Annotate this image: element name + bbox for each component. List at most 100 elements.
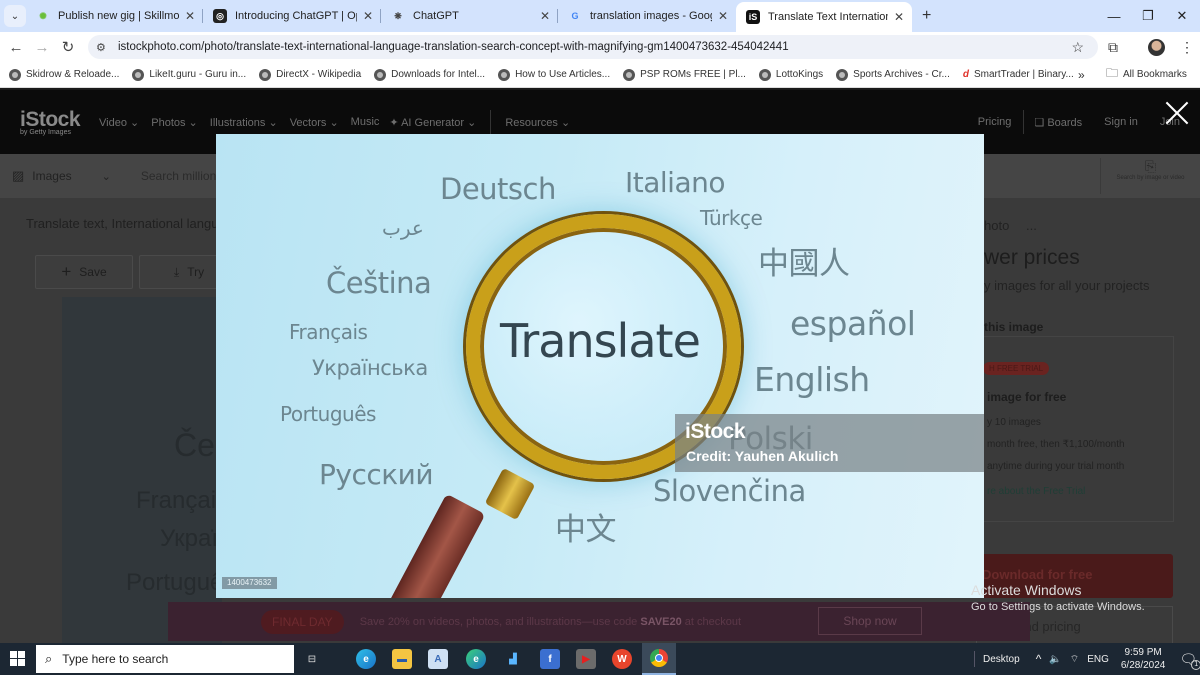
- image-upload-icon: ⎘: [1144, 158, 1157, 174]
- nav-resources[interactable]: Resources ⌄: [505, 116, 570, 129]
- close-tab-icon[interactable]: ✕: [718, 9, 728, 23]
- windows-taskbar: ⌕ Type here to search ⊟ e ▬ A e ▟ f ▶ W …: [0, 643, 1200, 675]
- volume-icon[interactable]: 🔈: [1049, 654, 1061, 665]
- bookmark-item[interactable]: LikeIt.guru - Guru in...: [132, 68, 246, 81]
- boards-link[interactable]: ❏ Boards: [1034, 116, 1082, 129]
- nav-ai-generator[interactable]: ✦ AI Generator ⌄: [389, 116, 476, 129]
- all-bookmarks-button[interactable]: 🗀 All Bookmarks: [1106, 64, 1187, 85]
- extensions-icon[interactable]: ⧉: [1108, 39, 1118, 56]
- plus-icon: +: [61, 262, 72, 281]
- free-trial-card[interactable]: H FREE TRIAL image for free y 10 images …: [974, 336, 1174, 522]
- chevron-down-icon: ⌄: [10, 10, 20, 22]
- word-translate: Translate: [500, 314, 701, 368]
- nav-vectors[interactable]: Vectors ⌄: [290, 116, 339, 129]
- close-lightbox-icon[interactable]: [1164, 100, 1190, 126]
- word-francais: Français: [289, 320, 368, 344]
- reload-button[interactable]: ↻: [55, 38, 81, 56]
- bookmark-item[interactable]: d SmartTrader | Binary...: [963, 69, 1074, 80]
- site-info-icon[interactable]: ⚙: [96, 41, 114, 54]
- more-bookmarks-chevron-icon[interactable]: »: [1078, 68, 1085, 82]
- taskbar-search[interactable]: ⌕ Type here to search: [36, 645, 294, 673]
- close-tab-icon[interactable]: ✕: [894, 10, 904, 24]
- istock-logo[interactable]: iStock by Getty Images: [20, 107, 81, 136]
- pricing-link[interactable]: Pricing: [978, 116, 1012, 128]
- bookmark-label: Downloads for Intel...: [391, 69, 486, 80]
- youtube-icon[interactable]: ▶: [576, 649, 596, 669]
- facebook-icon[interactable]: f: [540, 649, 560, 669]
- bookmark-item[interactable]: Sports Archives - Cr...: [836, 68, 950, 81]
- document-app-icon[interactable]: A: [428, 649, 448, 669]
- edge-icon[interactable]: e: [356, 649, 376, 669]
- language-indicator[interactable]: ENG: [1087, 654, 1109, 665]
- bookmark-item[interactable]: LottoKings: [758, 68, 823, 81]
- tab-istock-active[interactable]: iS Translate Text International Lan ✕: [736, 2, 912, 32]
- task-view-icon[interactable]: ⊟: [302, 649, 322, 669]
- word-portugues: Português: [280, 402, 376, 426]
- url-text[interactable]: istockphoto.com/photo/translate-text-int…: [118, 41, 789, 53]
- tab-skillmonde[interactable]: ✺ Publish new gig | Skillmonde ✕: [26, 0, 203, 32]
- more-tab[interactable]: ...: [1026, 218, 1037, 233]
- clock[interactable]: 9:59 PM 6/28/2024: [1121, 646, 1166, 672]
- bookmark-item[interactable]: Downloads for Intel...: [374, 68, 486, 81]
- sign-in-link[interactable]: Sign in: [1104, 116, 1138, 128]
- close-window-button[interactable]: ✕: [1164, 0, 1200, 32]
- new-tab-button[interactable]: +: [922, 7, 931, 25]
- logo-text: iStock: [20, 107, 81, 131]
- magnifier-neck: [484, 467, 536, 521]
- promo-text-after: at checkout: [681, 615, 742, 628]
- word-chinese-traditional: 中國人: [758, 246, 850, 282]
- visual-search-button[interactable]: ⎘ Search by image or video: [1100, 158, 1200, 194]
- show-hidden-icons[interactable]: ^: [1036, 652, 1042, 666]
- promo-code: SAVE20: [640, 615, 682, 628]
- word-chinese: 中文: [555, 512, 617, 548]
- tab-google-search[interactable]: G translation images - Google Se ✕: [558, 0, 736, 32]
- network-app-icon[interactable]: ▟: [503, 649, 523, 669]
- word-cestina: Čeština: [326, 266, 432, 300]
- nav-photos[interactable]: Photos ⌄: [151, 116, 198, 129]
- file-explorer-icon[interactable]: ▬: [392, 649, 412, 669]
- chrome-taskbar-button[interactable]: [642, 643, 676, 675]
- shop-now-button[interactable]: Shop now: [818, 607, 922, 635]
- wifi-icon[interactable]: ⌔: [1070, 653, 1079, 666]
- this-image-label: this image: [984, 320, 1044, 334]
- close-tab-icon[interactable]: ✕: [363, 9, 373, 23]
- minimize-button[interactable]: —: [1096, 0, 1132, 32]
- profile-avatar[interactable]: [1148, 39, 1165, 56]
- windows-start-icon[interactable]: [10, 651, 25, 666]
- save-button[interactable]: + Save: [35, 255, 133, 289]
- nav-label: AI Generator: [401, 116, 465, 129]
- close-tab-icon[interactable]: ✕: [185, 9, 195, 23]
- address-bar[interactable]: ⚙ istockphoto.com/photo/translate-text-i…: [88, 35, 1098, 59]
- notifications-icon[interactable]: 🗨 1: [1179, 651, 1200, 670]
- bookmark-item[interactable]: DirectX - Wikipedia: [259, 68, 361, 81]
- search-type-select[interactable]: Images: [32, 169, 71, 183]
- taskbar-search-placeholder[interactable]: Type here to search: [62, 652, 168, 666]
- bookmark-item[interactable]: Skidrow & Reloade...: [9, 68, 120, 81]
- bookmark-item[interactable]: How to Use Articles...: [498, 68, 610, 81]
- tab-search-button[interactable]: ⌄: [4, 5, 26, 27]
- nav-video[interactable]: Video ⌄: [99, 116, 139, 129]
- bookmark-star-icon[interactable]: ☆: [1071, 39, 1084, 56]
- edge-canary-icon[interactable]: e: [466, 649, 486, 669]
- nav-illustrations[interactable]: Illustrations ⌄: [210, 116, 278, 129]
- bookmark-label: Skidrow & Reloade...: [26, 69, 120, 80]
- notification-count: 1: [1191, 659, 1200, 670]
- chevron-down-icon[interactable]: ⌄: [102, 170, 111, 183]
- photo-tab[interactable]: hoto: [984, 218, 1009, 233]
- close-tab-icon[interactable]: ✕: [540, 9, 550, 23]
- tab-introducing-chatgpt[interactable]: ◎ Introducing ChatGPT | OpenAI ✕: [203, 0, 381, 32]
- restore-button[interactable]: ❐: [1130, 0, 1166, 32]
- menu-kebab-icon[interactable]: ⋮: [1180, 39, 1194, 56]
- word-turkce: Türkçe: [700, 206, 763, 230]
- tab-title: translation images - Google Se: [590, 10, 712, 22]
- bookmark-item[interactable]: PSP ROMs FREE | Pl...: [623, 68, 746, 81]
- desktop-toolbar[interactable]: Desktop: [983, 654, 1020, 665]
- back-button[interactable]: ←: [3, 39, 29, 56]
- tab-chatgpt[interactable]: ❋ ChatGPT ✕: [381, 0, 558, 32]
- free-trial-link[interactable]: re about the Free Trial: [987, 486, 1085, 497]
- wps-office-icon[interactable]: W: [612, 649, 632, 669]
- nav-music[interactable]: Music: [351, 116, 380, 128]
- boards-icon: ❏: [1034, 116, 1045, 129]
- watermark-brand: iStock: [685, 420, 746, 443]
- forward-button[interactable]: →: [29, 39, 55, 56]
